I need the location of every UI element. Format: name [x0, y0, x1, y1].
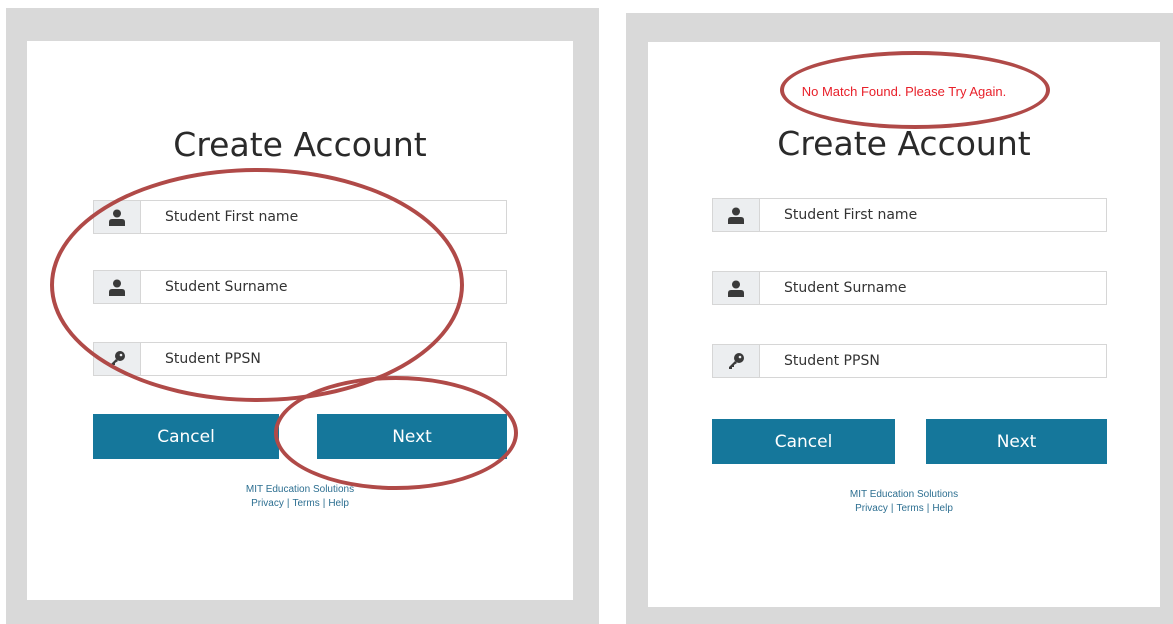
user-icon	[713, 199, 760, 231]
key-icon	[713, 345, 760, 377]
right-screenshot-panel: No Match Found. Please Try Again. Create…	[626, 13, 1173, 624]
terms-link[interactable]: Terms	[896, 503, 923, 514]
footer-separator: |	[926, 503, 930, 514]
company-name: MIT Education Solutions	[849, 489, 959, 500]
surname-input[interactable]	[760, 272, 1106, 304]
ppsn-input[interactable]	[760, 345, 1106, 377]
terms-link[interactable]: Terms	[292, 498, 319, 509]
key-icon	[94, 343, 141, 375]
help-link[interactable]: Help	[328, 498, 349, 509]
ppsn-field	[712, 344, 1107, 378]
first-name-input[interactable]	[760, 199, 1106, 231]
surname-input[interactable]	[141, 271, 506, 303]
cancel-button[interactable]: Cancel	[712, 419, 895, 464]
surname-field	[712, 271, 1107, 305]
footer-separator: |	[890, 503, 894, 514]
next-button[interactable]: Next	[926, 419, 1107, 464]
error-message: No Match Found. Please Try Again.	[801, 84, 1007, 99]
first-name-input[interactable]	[141, 201, 506, 233]
footer: MIT Education Solutions Privacy | Terms | He…	[648, 488, 1160, 516]
user-icon	[94, 271, 141, 303]
ppsn-input[interactable]	[141, 343, 506, 375]
next-button[interactable]: Next	[317, 414, 507, 459]
first-name-field	[93, 200, 507, 234]
privacy-link[interactable]: Privacy	[855, 503, 888, 514]
first-name-field	[712, 198, 1107, 232]
page-title: Create Account	[777, 124, 1031, 163]
cancel-button[interactable]: Cancel	[93, 414, 279, 459]
ppsn-field	[93, 342, 507, 376]
user-icon	[94, 201, 141, 233]
user-icon	[713, 272, 760, 304]
company-name: MIT Education Solutions	[245, 484, 355, 495]
footer: MIT Education Solutions Privacy | Terms | He…	[27, 483, 573, 511]
help-link[interactable]: Help	[932, 503, 953, 514]
create-account-card: No Match Found. Please Try Again. Create…	[648, 42, 1160, 607]
footer-separator: |	[322, 498, 326, 509]
create-account-card: Create Account Cancel Next MIT Education…	[27, 41, 573, 600]
left-screenshot-panel: Create Account Cancel Next MIT Education…	[6, 8, 599, 624]
footer-separator: |	[286, 498, 290, 509]
page-title: Create Account	[173, 125, 427, 164]
surname-field	[93, 270, 507, 304]
privacy-link[interactable]: Privacy	[251, 498, 284, 509]
